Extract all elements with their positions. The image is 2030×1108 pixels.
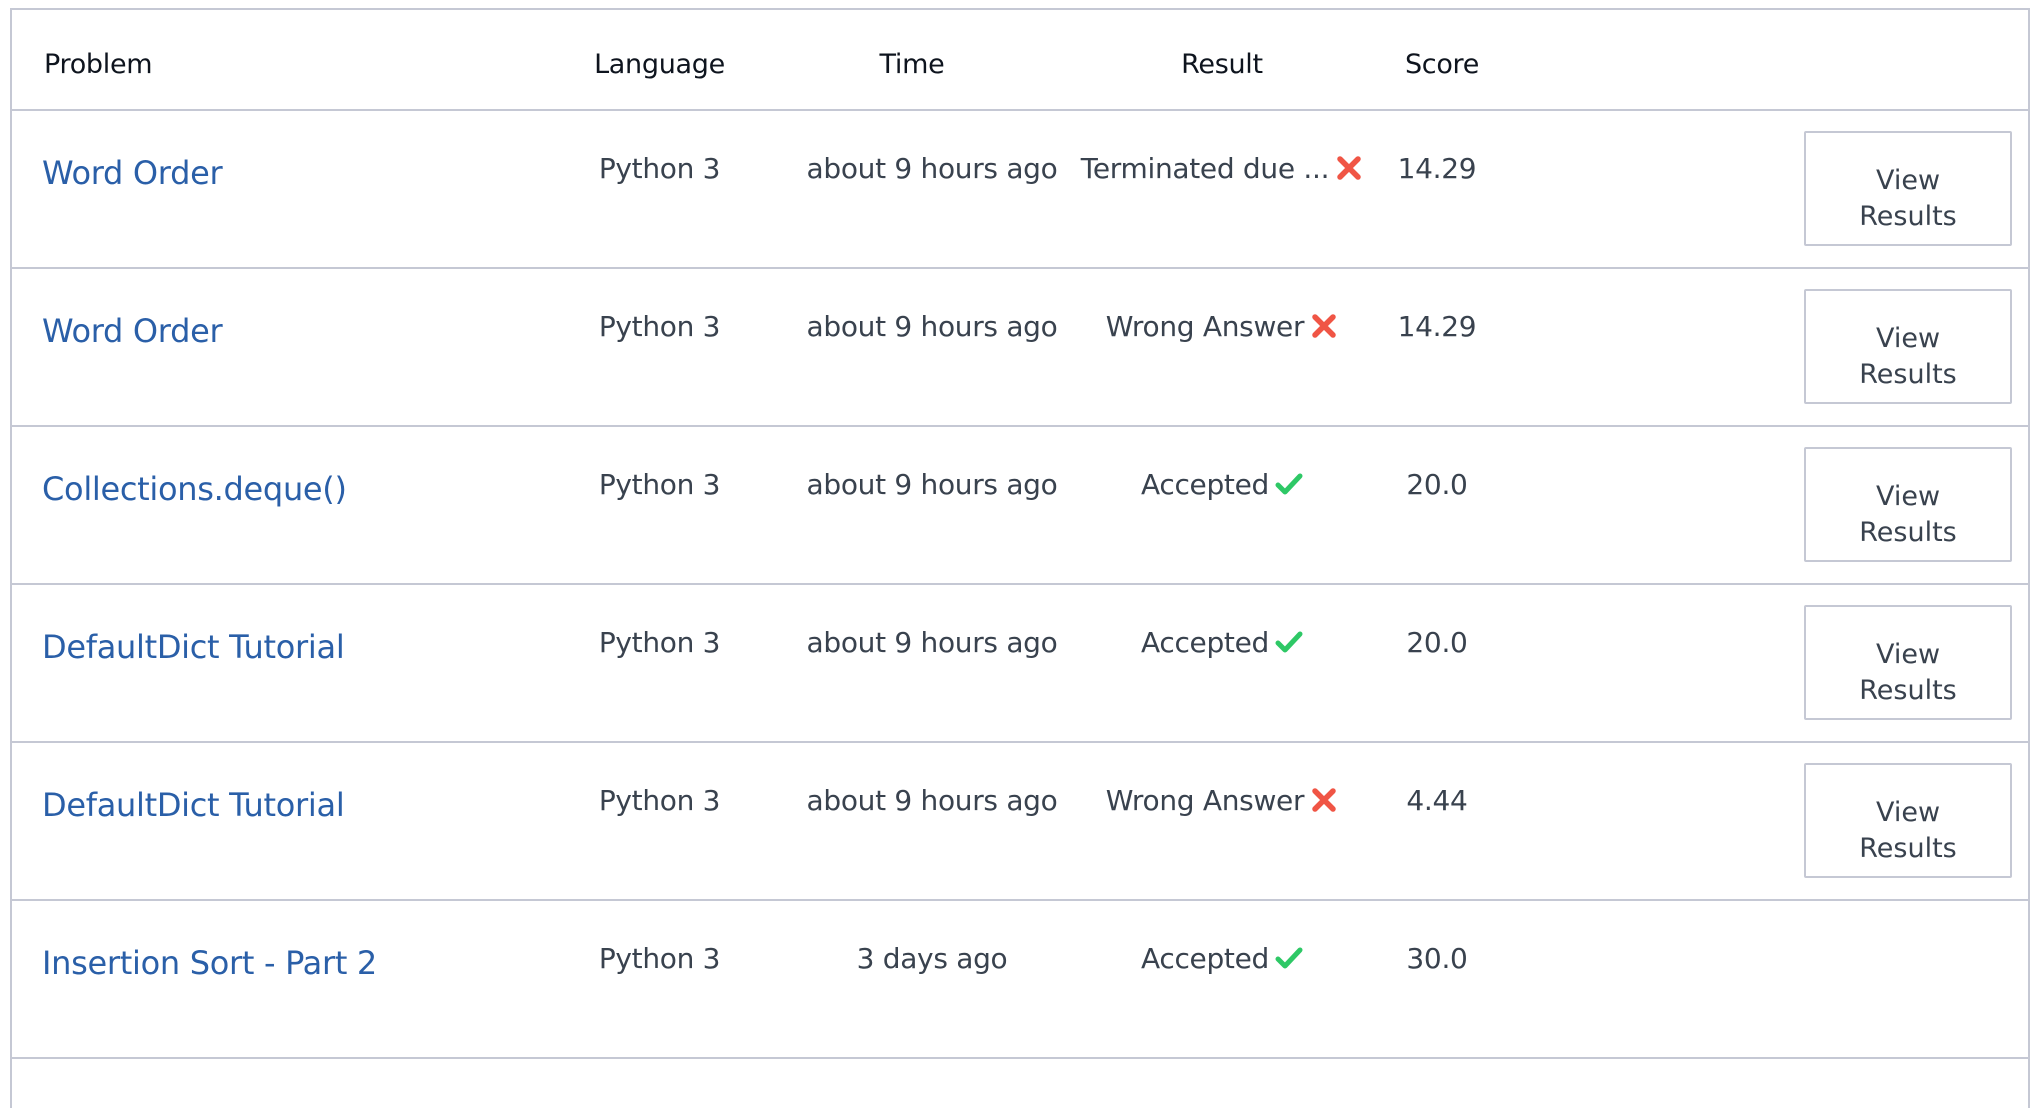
result-text: Wrong Answer — [1105, 784, 1305, 817]
result-cell: Accepted — [1062, 901, 1382, 1017]
table-header: Problem Language Time Result Score — [12, 10, 2028, 111]
view-results-button[interactable]: View Results — [1804, 131, 2012, 246]
problem-link[interactable]: Word Order — [42, 269, 223, 393]
table-row: DefaultDict Tutorial Python 3 about 9 hour… — [12, 585, 2028, 743]
problem-link[interactable]: DefaultDict Tutorial — [42, 743, 345, 867]
result-cell: Terminated due ... — [1062, 111, 1382, 227]
view-results-label-line1: View — [1875, 322, 1941, 354]
result-text: Accepted — [1140, 626, 1270, 659]
check-icon — [1275, 431, 1303, 495]
time-cell: about 9 hours ago — [806, 468, 1058, 501]
view-results-button[interactable]: View Results — [1804, 289, 2012, 404]
view-results-label-line2: Results — [1859, 832, 1957, 864]
result-cell: Accepted — [1062, 585, 1382, 701]
problem-link[interactable]: Word Order — [42, 111, 223, 235]
time-cell: about 9 hours ago — [806, 626, 1058, 659]
cross-icon — [1310, 273, 1338, 338]
language-cell: Python 3 — [598, 468, 721, 501]
result-text: Wrong Answer — [1105, 310, 1305, 343]
view-results-label-line2: Results — [1859, 200, 1957, 232]
result-text: Accepted — [1140, 468, 1270, 501]
view-results-label-line1: View — [1875, 796, 1941, 828]
score-cell: 14.29 — [1397, 310, 1477, 343]
table-row: DefaultDict Tutorial Python 3 about 9 hour… — [12, 743, 2028, 901]
problem-link[interactable]: DefaultDict Tutorial — [42, 585, 345, 709]
table-row: Insertion Sort - Part 2 Python 3 3 days ag… — [12, 901, 2028, 1059]
result-text: Accepted — [1140, 942, 1270, 975]
language-cell: Python 3 — [598, 152, 721, 185]
header-result[interactable]: Result — [1152, 10, 1292, 111]
language-cell: Python 3 — [598, 626, 721, 659]
header-time[interactable]: Time — [837, 10, 987, 111]
problem-link[interactable]: Insertion Sort - Part 2 — [42, 901, 377, 1025]
result-cell: Accepted — [1062, 427, 1382, 543]
check-icon — [1275, 905, 1303, 969]
language-cell: Python 3 — [598, 784, 721, 817]
time-cell: 3 days ago — [856, 942, 1008, 975]
language-cell: Python 3 — [598, 310, 721, 343]
view-results-button[interactable]: View Results — [1804, 763, 2012, 878]
language-cell: Python 3 — [598, 942, 721, 975]
view-results-label-line1: View — [1875, 164, 1941, 196]
time-cell: about 9 hours ago — [806, 152, 1058, 185]
view-results-label-line1: View — [1875, 638, 1941, 670]
result-cell: Wrong Answer — [1062, 743, 1382, 859]
header-language[interactable]: Language — [582, 10, 737, 111]
check-icon — [1275, 589, 1303, 653]
time-cell: about 9 hours ago — [806, 310, 1058, 343]
score-cell: 4.44 — [1406, 784, 1468, 817]
submissions-table: Problem Language Time Result Score Word … — [10, 8, 2030, 1108]
table-row: Word Order Python 3 about 9 hours ago Termi… — [12, 111, 2028, 269]
header-problem[interactable]: Problem — [44, 10, 153, 111]
result-cell: Wrong Answer — [1062, 269, 1382, 385]
cross-icon — [1310, 747, 1338, 812]
time-cell: about 9 hours ago — [806, 784, 1058, 817]
problem-link[interactable]: Collections.deque() — [42, 427, 347, 551]
table-row: Word Order Python 3 about 9 hours ago Wrong… — [12, 269, 2028, 427]
view-results-label-line2: Results — [1859, 358, 1957, 390]
score-cell: 20.0 — [1406, 626, 1468, 659]
result-text: Terminated due ... — [1080, 152, 1330, 185]
score-cell: 20.0 — [1406, 468, 1468, 501]
score-cell: 14.29 — [1397, 152, 1477, 185]
header-score[interactable]: Score — [1397, 10, 1487, 111]
cross-icon — [1335, 115, 1363, 180]
view-results-label-line2: Results — [1859, 674, 1957, 706]
view-results-button[interactable]: View Results — [1804, 447, 2012, 562]
view-results-label-line1: View — [1875, 480, 1941, 512]
score-cell: 30.0 — [1406, 942, 1468, 975]
view-results-label-line2: Results — [1859, 516, 1957, 548]
table-row: Collections.deque() Python 3 about 9 hours… — [12, 427, 2028, 585]
view-results-button[interactable]: View Results — [1804, 605, 2012, 720]
